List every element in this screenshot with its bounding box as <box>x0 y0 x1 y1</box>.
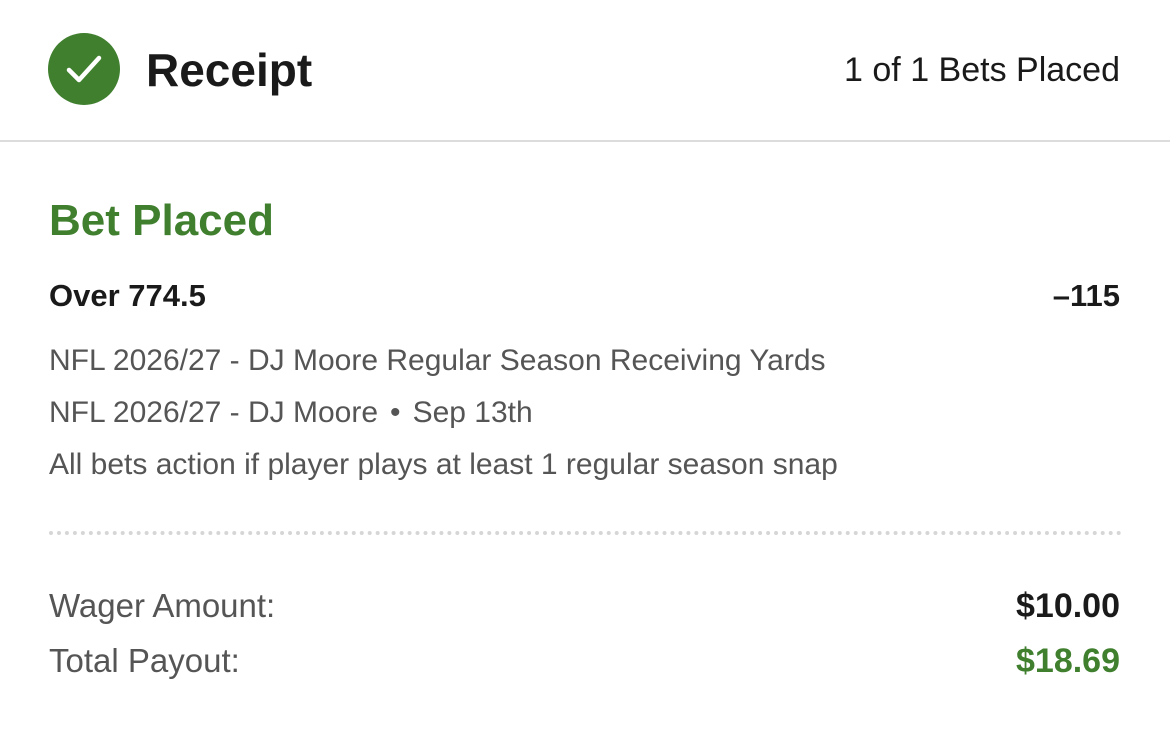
bet-odds: –115 <box>1052 278 1120 313</box>
receipt-title: Receipt <box>146 44 313 96</box>
receipt-sheet: Receipt 1 of 1 Bets Placed Bet Placed Ov… <box>0 0 1170 731</box>
total-payout-label: Total Payout: <box>49 642 240 679</box>
receipt-header: Receipt 1 of 1 Bets Placed <box>0 0 1170 142</box>
check-circle-icon <box>48 33 120 105</box>
wager-amount-label: Wager Amount: <box>49 587 276 624</box>
bet-status: Bet Placed <box>49 196 274 245</box>
bet-selection: Over 774.5 <box>49 278 206 313</box>
checkmark-icon <box>66 55 102 83</box>
bet-event-line: NFL 2026/27 - DJ Moore • Sep 13th <box>49 394 533 432</box>
bets-placed-count: 1 of 1 Bets Placed <box>844 51 1120 89</box>
bet-market: NFL 2026/27 - DJ Moore Regular Season Re… <box>49 344 826 377</box>
wager-amount-value: $10.00 <box>1016 587 1120 625</box>
bullet-separator: • <box>390 396 401 429</box>
total-payout-value: $18.69 <box>1016 642 1120 680</box>
bet-date: Sep 13th <box>412 396 533 429</box>
bet-rule: All bets action if player plays at least… <box>49 448 838 481</box>
dotted-divider <box>49 531 1122 535</box>
bet-event: NFL 2026/27 - DJ Moore <box>49 396 379 429</box>
